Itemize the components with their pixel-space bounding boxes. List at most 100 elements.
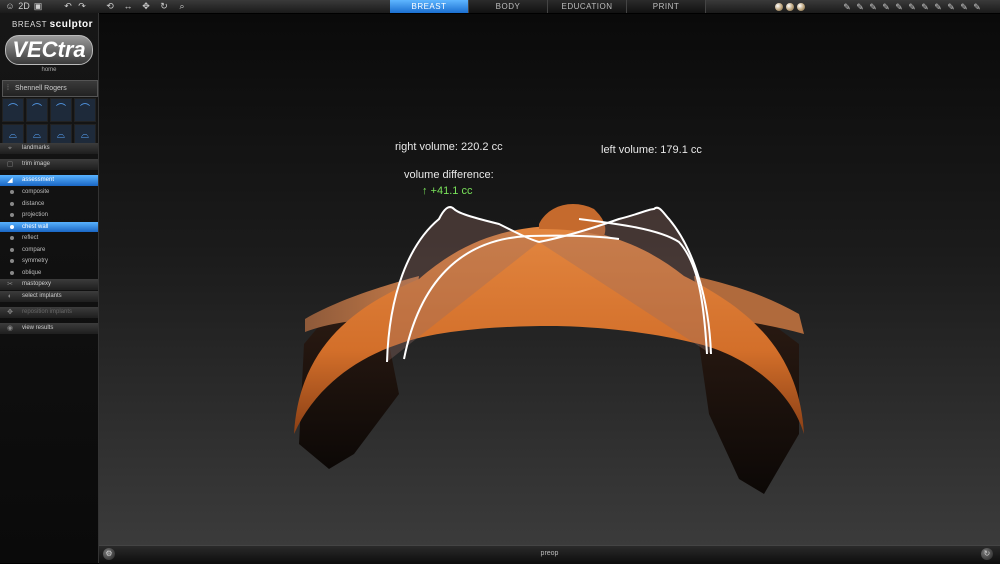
brand-bold: sculptor — [49, 19, 94, 30]
brand-title: BREAST sculptor — [12, 19, 93, 30]
workflow-menu: ⌖ landmarks ▢ trim image ◢ assessment co… — [0, 143, 98, 335]
menu-item-view-results[interactable]: ◉ view results — [0, 323, 98, 334]
view-thumbnail[interactable]: ⌒ — [50, 98, 72, 122]
menu-item-mastopexy[interactable]: ✂ mastopexy — [0, 279, 98, 290]
menu-item-select-implants[interactable]: ◐ select implants — [0, 291, 98, 302]
pen-tool-icon[interactable]: ✎ — [894, 2, 904, 12]
bullet-icon — [10, 213, 14, 217]
tab-body[interactable]: BODY — [469, 0, 548, 13]
menu-item-trim-image[interactable]: ▢ trim image — [0, 159, 98, 170]
menu-item-landmarks[interactable]: ⌖ landmarks — [0, 143, 98, 154]
trim-icon: ▢ — [6, 161, 14, 168]
menu-item-label: view results — [22, 325, 54, 331]
menu-item-label: reposition implants — [22, 309, 73, 315]
sub-item-label: chest wall — [22, 223, 49, 230]
bullet-icon — [10, 201, 14, 206]
menu-item-label: mastopexy — [22, 281, 52, 287]
person-icon[interactable]: ☺ — [4, 1, 16, 12]
pen-tool-icon[interactable]: ✎ — [868, 2, 878, 12]
landmarks-icon: ⌖ — [8, 145, 12, 152]
status-text: preop — [540, 550, 559, 557]
pen-tool-icon[interactable]: ✎ — [881, 2, 891, 12]
zoom-icon[interactable]: ⌕ — [176, 1, 188, 12]
sub-item-label: compare — [22, 246, 46, 253]
camera-icon[interactable]: ▣ — [32, 1, 44, 12]
bullet-icon — [10, 259, 14, 263]
main-tabs: BREAST BODY EDUCATION PRINT — [390, 0, 706, 13]
torso-model — [294, 204, 804, 494]
assessment-composite[interactable]: composite — [0, 187, 98, 197]
patient-icon: ⁞ — [7, 85, 9, 92]
pen-tool-icon[interactable]: ✎ — [920, 2, 930, 12]
pen-tool-icon[interactable]: ✎ — [972, 2, 982, 12]
sub-item-label: reflect — [22, 235, 39, 241]
pen-tool-icon[interactable]: ✎ — [842, 2, 852, 12]
home-label[interactable]: home — [0, 67, 98, 73]
volume-difference-value: ↑ +41.1 cc — [422, 185, 473, 197]
assessment-chest-wall[interactable]: chest wall — [0, 221, 98, 232]
ruler-icon: ◢ — [7, 177, 13, 184]
assessment-reflect[interactable]: reflect — [0, 233, 98, 243]
light-sphere-icon[interactable] — [797, 2, 805, 11]
redo-icon[interactable]: ↷ — [76, 1, 88, 12]
tab-breast[interactable]: BREAST — [390, 0, 469, 13]
assessment-symmetry[interactable]: symmetry — [0, 256, 98, 266]
light-sphere-icon[interactable] — [786, 2, 794, 11]
menu-item-label: select implants — [22, 293, 62, 299]
assessment-oblique[interactable]: oblique — [0, 268, 98, 278]
menu-item-reposition-implants[interactable]: ✥ reposition implants — [0, 307, 98, 318]
view-results-icon: ◉ — [6, 325, 14, 332]
patient-name: Shennell Rogers — [14, 85, 67, 92]
drawing-tools: ✎ ✎ ✎ ✎ ✎ ✎ ✎ ✎ ✎ ✎ ✎ — [842, 0, 982, 13]
settings-icon[interactable]: ⚙ — [103, 548, 115, 560]
view-thumbnail[interactable]: ⌒ — [2, 98, 24, 122]
menu-item-assessment[interactable]: ◢ assessment — [0, 175, 98, 186]
pen-tool-icon[interactable]: ✎ — [855, 2, 865, 12]
light-sphere-icon[interactable] — [775, 2, 783, 11]
sidebar: BREAST sculptor VECtra home ⁞ Shennell R… — [0, 13, 99, 563]
view-thumbnail[interactable]: ⌒ — [26, 98, 48, 122]
assessment-projection[interactable]: projection — [0, 210, 98, 220]
rotate-icon[interactable]: ⟲ — [104, 1, 116, 12]
assessment-compare[interactable]: compare — [0, 245, 98, 255]
implant-icon: ◐ — [7, 293, 13, 300]
volume-difference-label: volume difference: — [404, 169, 494, 181]
pan-icon[interactable]: ✥ — [140, 1, 152, 12]
3d-viewport[interactable]: right volume: 220.2 cc left volume: 179.… — [99, 14, 1000, 545]
tab-education[interactable]: EDUCATION — [548, 0, 627, 13]
top-toolbar: ☺ 2D ▣ ↶ ↷ ⟲ ↔ ✥ ↻ ⌕ BREAST BODY EDUCATI… — [0, 0, 1000, 14]
sub-item-label: projection — [22, 212, 49, 218]
bullet-icon — [10, 247, 14, 252]
right-volume-label: right volume: 220.2 cc — [395, 141, 503, 153]
scalpel-icon: ✂ — [7, 281, 13, 288]
reposition-icon: ✥ — [7, 309, 13, 316]
pen-tool-icon[interactable]: ✎ — [959, 2, 969, 12]
menu-item-label: trim image — [22, 161, 51, 167]
info-icon[interactable]: ↻ — [981, 548, 993, 560]
refresh-icon[interactable]: ↻ — [158, 1, 170, 12]
sub-item-label: composite — [22, 189, 50, 195]
lighting-controls — [775, 0, 805, 13]
left-volume-label: left volume: 179.1 cc — [601, 144, 702, 156]
undo-icon[interactable]: ↶ — [62, 1, 74, 12]
bullet-icon — [10, 270, 14, 275]
tab-print[interactable]: PRINT — [627, 0, 706, 13]
pen-tool-icon[interactable]: ✎ — [907, 2, 917, 12]
menu-item-label: landmarks — [22, 145, 50, 151]
menu-item-label: assessment — [22, 177, 55, 183]
sub-item-label: symmetry — [22, 258, 48, 264]
view-thumbnails: ⌒ ⌒ ⌒ ⌒ ⌓ ⌓ ⌓ ⌓ — [2, 98, 96, 148]
sub-item-label: distance — [22, 200, 45, 207]
vectra-logo[interactable]: VECtra — [5, 35, 93, 65]
pen-tool-icon[interactable]: ✎ — [933, 2, 943, 12]
bullet-icon — [10, 224, 14, 229]
view-thumbnail[interactable]: ⌒ — [74, 98, 96, 122]
status-bar: preop ⚙ ↻ — [99, 545, 1000, 564]
assessment-distance[interactable]: distance — [0, 199, 98, 209]
brand-small: BREAST — [12, 20, 47, 29]
pen-tool-icon[interactable]: ✎ — [946, 2, 956, 12]
patient-name-bar[interactable]: ⁞ Shennell Rogers — [2, 80, 98, 97]
move-icon[interactable]: ↔ — [122, 1, 134, 12]
sub-item-label: oblique — [22, 269, 42, 276]
2d-icon[interactable]: 2D — [18, 1, 30, 12]
